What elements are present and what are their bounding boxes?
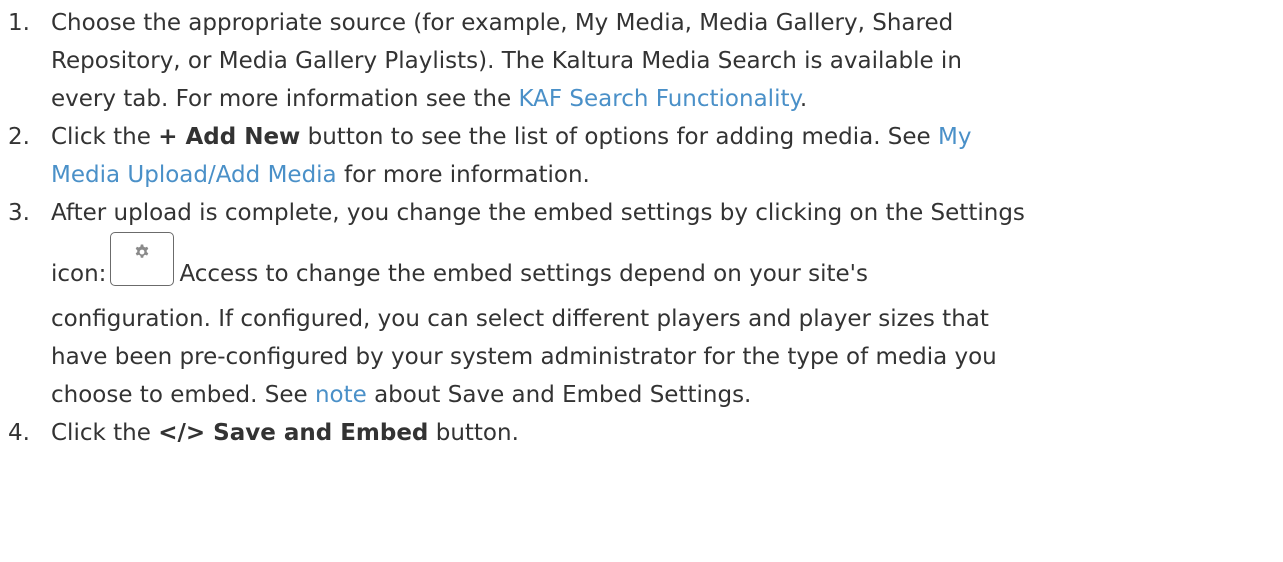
step-2-text-end: for more information. [336,162,590,188]
settings-button-illustration [110,232,175,286]
step-3-text: Access to change the embed settings depe… [179,261,868,287]
step-3-line-5: choose to embed. See note about Save and… [51,376,1268,414]
instruction-steps: 1. Choose the appropriate source (for ex… [8,4,1268,452]
step-number: 1. [8,10,30,36]
step-4-text: Click the [51,420,159,446]
step-2-text-cont: button to see the list of options for ad… [300,124,939,150]
step-number: 2. [8,124,30,150]
step-number: 3. [8,200,30,226]
step-3-icon-label: icon: [51,261,107,287]
step-4-line-1: Click the </> Save and Embed button. [51,414,1268,452]
step-number: 4. [8,420,30,446]
step-3-line-4: have been pre-configured by your system … [51,344,997,370]
step-1: 1. Choose the appropriate source (for ex… [8,4,1268,118]
gear-icon [136,244,149,258]
step-3-line-1: After upload is complete, you change the… [51,200,1025,226]
step-4: 4. Click the </> Save and Embed button. [8,414,1268,452]
step-3-text-end: choose to embed. See [51,382,315,408]
step-3: 3. After upload is complete, you change … [8,194,1268,414]
step-3-line-2: icon: Access to change the embed settings… [51,232,1268,300]
step-2-text: Click the [51,124,159,150]
step-1-line-2: Repository, or Media Gallery Playlists).… [51,48,962,74]
add-new-label: + Add New [158,124,301,150]
step-2: 2. Click the + Add New button to see the… [8,118,1268,194]
step-3-line-3: configuration. If configured, you can se… [51,306,989,332]
step-1-text: every tab. For more information see the [51,86,519,112]
kaf-search-functionality-link[interactable]: KAF Search Functionality [518,86,799,112]
save-and-embed-label: </> Save and Embed [158,420,429,446]
step-4-text-end: button. [428,420,519,446]
note-link[interactable]: note [315,382,367,408]
step-1-period: . [799,86,808,112]
step-2-line-1: Click the + Add New button to see the li… [51,118,1268,156]
step-3-text-tail: about Save and Embed Settings. [366,382,752,408]
step-1-line-1: Choose the appropriate source (for examp… [51,10,954,36]
my-media-upload-link-part2[interactable]: Media Upload/Add Media [51,162,337,188]
step-1-line-3: every tab. For more information see the … [51,80,1268,118]
step-2-line-2: Media Upload/Add Media for more informat… [51,156,1268,194]
my-media-upload-link-part1[interactable]: My [938,124,971,150]
